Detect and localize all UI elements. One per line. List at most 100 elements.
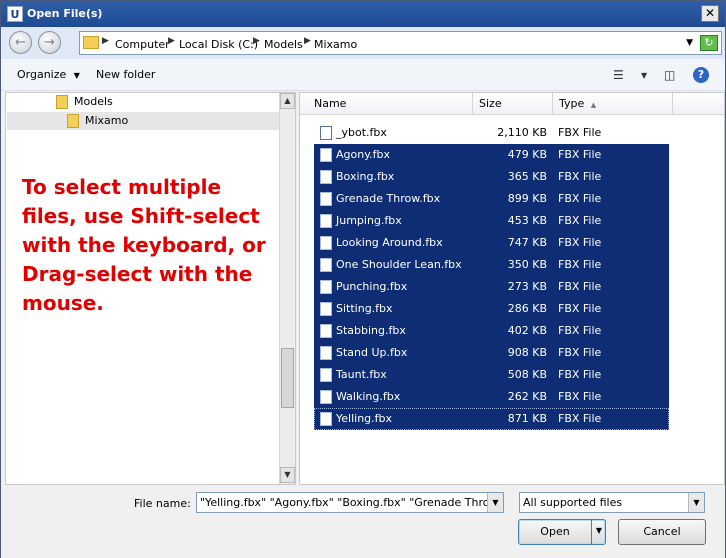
file-row[interactable]: Stabbing.fbx 402 KB FBX File [314,320,669,342]
tree-item-label: Mixamo [85,114,129,127]
file-size: 286 KB [507,302,547,315]
file-row[interactable]: Boxing.fbx 365 KB FBX File [314,166,669,188]
file-type: FBX File [558,368,602,381]
file-name: Walking.fbx [336,390,401,403]
file-name-input[interactable]: "Yelling.fbx" "Agony.fbx" "Boxing.fbx" "… [196,492,504,513]
file-name: Stabbing.fbx [336,324,406,337]
fbx-file-icon [320,412,332,426]
tree-item-models[interactable]: Models [56,93,276,111]
column-header-type-label: Type [559,97,585,110]
file-row[interactable]: Yelling.fbx 871 KB FBX File [314,408,669,430]
chevron-down-icon[interactable]: ▼ [487,493,503,512]
file-row[interactable]: Looking Around.fbx 747 KB FBX File [314,232,669,254]
file-name: Grenade Throw.fbx [336,192,441,205]
scroll-up-icon[interactable]: ▲ [280,93,295,109]
new-folder-button[interactable]: New folder [96,68,155,81]
address-row: ← → ▶ Computer ▶ Local Disk (C:) ▶ Model… [1,27,725,59]
file-size: 479 KB [507,148,547,161]
nav-scrollbar[interactable]: ▲ ▼ [279,93,295,484]
file-name: Yelling.fbx [336,412,393,425]
file-name-value: "Yelling.fbx" "Agony.fbx" "Boxing.fbx" "… [200,496,490,509]
file-size: 350 KB [507,258,547,271]
file-row[interactable]: Agony.fbx 479 KB FBX File [314,144,669,166]
file-name: Sitting.fbx [336,302,393,315]
forward-arrow-icon: → [44,35,55,50]
chevron-down-icon[interactable]: ▼ [686,38,693,48]
file-type: FBX File [558,258,602,271]
file-size: 899 KB [507,192,547,205]
file-size: 402 KB [507,324,547,337]
sort-ascending-icon: ▲ [590,101,597,109]
fbx-file-icon [320,258,332,272]
file-size: 273 KB [507,280,547,293]
file-name: _ybot.fbx [336,126,387,139]
file-type: FBX File [558,390,602,403]
chevron-down-icon[interactable]: ▼ [688,493,704,512]
back-button[interactable]: ← [9,31,32,54]
file-size: 908 KB [507,346,547,359]
tree-item-label: Models [74,95,113,108]
column-header-name[interactable]: Name [300,93,473,115]
breadcrumb-models[interactable]: Models [264,38,303,51]
address-bar[interactable]: ▶ Computer ▶ Local Disk (C:) ▶ Models ▶ … [79,31,722,55]
breadcrumb-separator-icon[interactable]: ▶ [102,36,109,46]
navigation-pane[interactable]: Models Mixamo To select multiple files, … [5,92,296,485]
organize-button[interactable]: Organize ▼ [17,68,80,81]
scroll-down-icon[interactable]: ▼ [280,467,295,483]
file-type: FBX File [558,302,602,315]
cancel-button[interactable]: Cancel [618,519,706,545]
tree-item-mixamo[interactable]: Mixamo [7,112,279,130]
breadcrumb-computer[interactable]: Computer [115,38,170,51]
organize-label: Organize [17,68,67,81]
file-row[interactable]: Jumping.fbx 453 KB FBX File [314,210,669,232]
view-options-icon[interactable]: ☰ [613,68,624,82]
file-row[interactable]: One Shoulder Lean.fbx 350 KB FBX File [314,254,669,276]
file-row[interactable]: _ybot.fbx 2,110 KB FBX File [314,122,669,144]
file-list-pane[interactable]: Name Size Type ▲ _ybot.fbx 2,110 KB FBX Fi… [299,92,725,485]
breadcrumb-local-disk[interactable]: Local Disk (C:) [179,38,258,51]
fbx-file-icon [320,368,332,382]
preview-pane-icon[interactable]: ◫ [664,68,675,82]
close-button[interactable]: ✕ [701,5,719,22]
folder-icon [56,95,68,109]
file-size: 2,110 KB [497,126,547,139]
file-row[interactable]: Stand Up.fbx 908 KB FBX File [314,342,669,364]
file-name: One Shoulder Lean.fbx [336,258,462,271]
breadcrumb-separator-icon[interactable]: ▶ [304,36,311,46]
file-type: FBX File [558,280,602,293]
open-options-chevron-down-icon[interactable]: ▼ [591,519,606,545]
file-row[interactable]: Punching.fbx 273 KB FBX File [314,276,669,298]
chevron-down-icon[interactable]: ▼ [641,71,647,80]
file-row[interactable]: Walking.fbx 262 KB FBX File [314,386,669,408]
file-type-select[interactable]: All supported files ▼ [519,492,705,513]
column-header-type[interactable]: Type ▲ [553,93,673,115]
chevron-down-icon: ▼ [73,71,80,80]
file-type: FBX File [558,126,602,139]
forward-button[interactable]: → [38,31,61,54]
fbx-file-icon [320,390,332,404]
file-size: 508 KB [507,368,547,381]
file-size: 747 KB [507,236,547,249]
breadcrumb-separator-icon[interactable]: ▶ [168,36,175,46]
file-type: FBX File [558,148,602,161]
fbx-file-icon [320,302,332,316]
file-name: Punching.fbx [336,280,408,293]
file-row[interactable]: Taunt.fbx 508 KB FBX File [314,364,669,386]
app-icon: U [7,6,23,22]
file-size: 453 KB [507,214,547,227]
file-type: FBX File [558,236,602,249]
file-name-label: File name: [134,497,191,510]
breadcrumb-mixamo[interactable]: Mixamo [314,38,357,51]
fbx-file-icon [320,126,332,140]
help-icon[interactable]: ? [693,67,709,83]
refresh-icon[interactable]: ↻ [700,35,718,51]
fbx-file-icon [320,214,332,228]
file-name: Looking Around.fbx [336,236,443,249]
column-header-size[interactable]: Size [473,93,553,115]
file-row[interactable]: Sitting.fbx 286 KB FBX File [314,298,669,320]
file-row[interactable]: Grenade Throw.fbx 899 KB FBX File [314,188,669,210]
scroll-thumb[interactable] [281,348,294,408]
breadcrumb-separator-icon[interactable]: ▶ [253,36,260,46]
bottom-bar: File name: "Yelling.fbx" "Agony.fbx" "Bo… [1,486,725,558]
window-title: Open File(s) [27,7,103,20]
